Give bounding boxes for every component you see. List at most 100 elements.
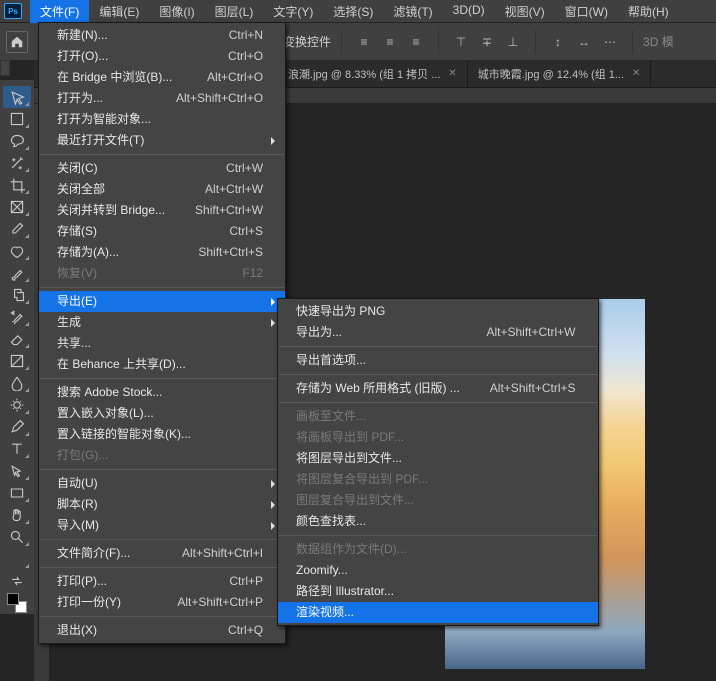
menu-滤镜[interactable]: 滤镜(T) bbox=[383, 0, 442, 23]
tool-healing[interactable] bbox=[3, 240, 31, 262]
tool-pen[interactable] bbox=[3, 416, 31, 438]
menu-3D[interactable]: 3D(D) bbox=[443, 0, 495, 23]
tool-eyedropper[interactable] bbox=[3, 218, 31, 240]
menu-文字[interactable]: 文字(Y) bbox=[263, 0, 323, 23]
menu-item[interactable]: 打开(O)...Ctrl+O bbox=[39, 46, 285, 67]
menu-item[interactable]: 导入(M) bbox=[39, 515, 285, 536]
menu-item[interactable]: 退出(X)Ctrl+Q bbox=[39, 620, 285, 641]
tool-magic-wand[interactable] bbox=[3, 152, 31, 174]
menu-item-label: 将图层导出到文件... bbox=[296, 451, 402, 466]
menu-视图[interactable]: 视图(V) bbox=[495, 0, 555, 23]
menu-item-label: 自动(U) bbox=[57, 476, 98, 491]
menu-图层[interactable]: 图层(L) bbox=[205, 0, 264, 23]
tool-dodge[interactable] bbox=[3, 394, 31, 416]
menu-item[interactable]: 关闭全部Alt+Ctrl+W bbox=[39, 179, 285, 200]
menu-item[interactable]: 自动(U) bbox=[39, 473, 285, 494]
menu-separator bbox=[279, 402, 597, 403]
menu-选择[interactable]: 选择(S) bbox=[323, 0, 383, 23]
distribute-middle-icon[interactable]: ∓ bbox=[475, 30, 499, 54]
menu-item[interactable]: 搜索 Adobe Stock... bbox=[39, 382, 285, 403]
align-left-icon[interactable]: ≡ bbox=[352, 30, 376, 54]
menubar: Ps 文件(F)编辑(E)图像(I)图层(L)文字(Y)选择(S)滤镜(T)3D… bbox=[0, 0, 716, 22]
menu-item-label: 置入链接的智能对象(K)... bbox=[57, 427, 191, 442]
tool-history-brush[interactable] bbox=[3, 306, 31, 328]
menu-item[interactable]: 颜色查找表... bbox=[278, 511, 598, 532]
separator bbox=[438, 30, 439, 54]
menu-item[interactable]: 快速导出为 PNG bbox=[278, 301, 598, 322]
overflow-icon[interactable]: ⋯ bbox=[598, 30, 622, 54]
menu-item-shortcut: Alt+Ctrl+W bbox=[205, 182, 263, 197]
tool-move[interactable] bbox=[3, 86, 31, 108]
tool-gradient[interactable] bbox=[3, 350, 31, 372]
close-icon[interactable]: ✕ bbox=[632, 68, 640, 79]
menu-编辑[interactable]: 编辑(E) bbox=[89, 0, 149, 23]
menu-item[interactable]: 打开为...Alt+Shift+Ctrl+O bbox=[39, 88, 285, 109]
tool-rectangle[interactable] bbox=[3, 482, 31, 504]
menu-item[interactable]: 生成 bbox=[39, 312, 285, 333]
menu-item[interactable]: 存储为 Web 所用格式 (旧版) ...Alt+Shift+Ctrl+S bbox=[278, 378, 598, 399]
menu-item[interactable]: 打开为智能对象... bbox=[39, 109, 285, 130]
menu-item[interactable]: 导出(E) bbox=[39, 291, 285, 312]
document-tab[interactable]: 城市晚霞.jpg @ 12.4% (组 1... ✕ bbox=[468, 60, 652, 87]
menu-item-label: 导出首选项... bbox=[296, 353, 366, 368]
menu-item[interactable]: 脚本(R) bbox=[39, 494, 285, 515]
menu-item[interactable]: 打印一份(Y)Alt+Shift+Ctrl+P bbox=[39, 592, 285, 613]
menu-item[interactable]: 新建(N)...Ctrl+N bbox=[39, 25, 285, 46]
menu-item[interactable]: 在 Bridge 中浏览(B)...Alt+Ctrl+O bbox=[39, 67, 285, 88]
menu-item[interactable]: 渲染视频... bbox=[278, 602, 598, 623]
tool-crop[interactable] bbox=[3, 174, 31, 196]
tool-hand[interactable] bbox=[3, 504, 31, 526]
menu-item[interactable]: 关闭(C)Ctrl+W bbox=[39, 158, 285, 179]
menu-item[interactable]: Zoomify... bbox=[278, 560, 598, 581]
menu-item[interactable]: 在 Behance 上共享(D)... bbox=[39, 354, 285, 375]
dist-h2-icon[interactable]: ↔ bbox=[572, 30, 596, 54]
tool-path-select[interactable] bbox=[3, 460, 31, 482]
distribute-top-icon[interactable]: ⊤ bbox=[449, 30, 473, 54]
menu-item-label: 存储(S) bbox=[57, 224, 97, 239]
menu-item: 数据组作为文件(D)... bbox=[278, 539, 598, 560]
menu-item[interactable]: 文件简介(F)...Alt+Shift+Ctrl+I bbox=[39, 543, 285, 564]
tool-eraser[interactable] bbox=[3, 328, 31, 350]
menu-separator bbox=[40, 539, 284, 540]
tool-ellipsis[interactable] bbox=[3, 548, 31, 570]
menu-item[interactable]: 最近打开文件(T) bbox=[39, 130, 285, 151]
menu-item[interactable]: 共享... bbox=[39, 333, 285, 354]
tool-rect-marquee[interactable] bbox=[3, 108, 31, 130]
menu-图像[interactable]: 图像(I) bbox=[149, 0, 204, 23]
tool-brush[interactable] bbox=[3, 262, 31, 284]
menu-item[interactable]: 将图层导出到文件... bbox=[278, 448, 598, 469]
menu-item[interactable]: 关闭并转到 Bridge...Shift+Ctrl+W bbox=[39, 200, 285, 221]
tool-colors[interactable] bbox=[3, 592, 31, 614]
home-button[interactable] bbox=[6, 31, 28, 53]
close-icon[interactable]: ✕ bbox=[448, 68, 456, 79]
tool-blur[interactable] bbox=[3, 372, 31, 394]
tool-swap[interactable] bbox=[3, 570, 31, 592]
tool-zoom[interactable] bbox=[3, 526, 31, 548]
menu-文件[interactable]: 文件(F) bbox=[30, 0, 89, 23]
menu-item[interactable]: 存储为(A)...Shift+Ctrl+S bbox=[39, 242, 285, 263]
menu-item-label: 关闭并转到 Bridge... bbox=[57, 203, 165, 218]
tool-frame[interactable] bbox=[3, 196, 31, 218]
align-center-icon[interactable]: ≡ bbox=[378, 30, 402, 54]
tool-type[interactable] bbox=[3, 438, 31, 460]
align-right-icon[interactable]: ≡ bbox=[404, 30, 428, 54]
panel-collapse-handle[interactable] bbox=[0, 60, 10, 76]
tool-lasso[interactable] bbox=[3, 130, 31, 152]
document-tab[interactable]: 浪潮.jpg @ 8.33% (组 1 拷贝 ... ✕ bbox=[278, 60, 468, 87]
menu-窗口[interactable]: 窗口(W) bbox=[555, 0, 618, 23]
menu-item[interactable]: 置入链接的智能对象(K)... bbox=[39, 424, 285, 445]
menu-item[interactable]: 置入嵌入对象(L)... bbox=[39, 403, 285, 424]
menu-item[interactable]: 打印(P)...Ctrl+P bbox=[39, 571, 285, 592]
menu-item-label: 在 Behance 上共享(D)... bbox=[57, 357, 186, 372]
menu-item[interactable]: 路径到 Illustrator... bbox=[278, 581, 598, 602]
dist-h-icon[interactable]: ↕ bbox=[546, 30, 570, 54]
menu-item[interactable]: 导出为...Alt+Shift+Ctrl+W bbox=[278, 322, 598, 343]
distribute-bottom-icon[interactable]: ⊥ bbox=[501, 30, 525, 54]
menu-item[interactable]: 存储(S)Ctrl+S bbox=[39, 221, 285, 242]
tool-clone[interactable] bbox=[3, 284, 31, 306]
menu-item-label: 打开(O)... bbox=[57, 49, 108, 64]
separator bbox=[535, 30, 536, 54]
menu-item[interactable]: 导出首选项... bbox=[278, 350, 598, 371]
menu-帮助[interactable]: 帮助(H) bbox=[618, 0, 679, 23]
menu-item-label: 存储为(A)... bbox=[57, 245, 119, 260]
